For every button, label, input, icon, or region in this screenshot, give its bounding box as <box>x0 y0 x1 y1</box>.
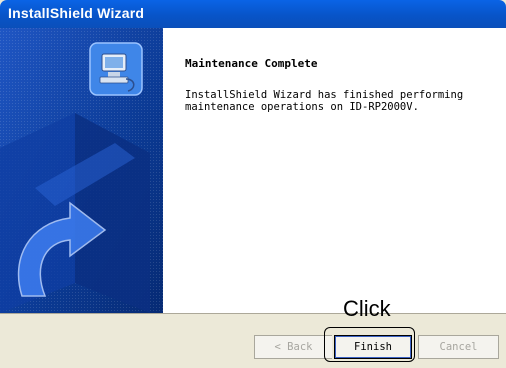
side-graphic <box>0 28 163 313</box>
title-bar[interactable]: InstallShield Wizard <box>0 0 506 28</box>
back-button[interactable]: < Back <box>254 335 332 359</box>
main-pane <box>163 28 506 313</box>
installshield-wizard-window: InstallShield Wizard Maintenance Complet… <box>0 0 506 368</box>
side-graphic-panel <box>0 28 163 313</box>
finish-button[interactable]: Finish <box>334 335 412 359</box>
completion-message: InstallShield Wizard has finished perfor… <box>185 89 464 113</box>
cancel-button[interactable]: Cancel <box>418 335 499 359</box>
installer-computer-icon <box>89 42 143 96</box>
page-title: Maintenance Complete <box>185 57 318 70</box>
footer-divider <box>0 313 506 314</box>
click-annotation-label: Click <box>343 296 391 321</box>
window-title: InstallShield Wizard <box>8 5 145 21</box>
